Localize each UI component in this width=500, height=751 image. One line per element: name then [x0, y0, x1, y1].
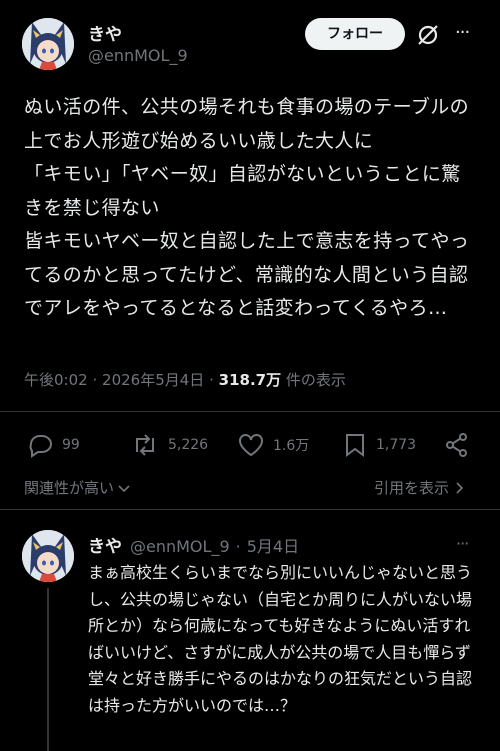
- grok-icon[interactable]: [415, 22, 441, 52]
- reply-separator: ·: [235, 537, 241, 556]
- heart-icon: [239, 434, 263, 457]
- divider: [0, 509, 500, 510]
- like-count: 1.6万: [273, 438, 310, 454]
- more-options-icon[interactable]: ···: [455, 22, 470, 43]
- author-avatar[interactable]: [22, 18, 74, 70]
- post-date[interactable]: 2026年5月4日: [102, 371, 204, 389]
- reply-author-name[interactable]: きや: [88, 532, 122, 557]
- views-label: 件の表示: [285, 371, 346, 389]
- bookmark-count: 1,773: [376, 437, 417, 453]
- view-quotes-link[interactable]: 引用を表示: [374, 477, 467, 498]
- author-handle[interactable]: @ennMOL_9: [88, 46, 188, 65]
- reply-more-options-icon[interactable]: ···: [456, 534, 469, 553]
- divider: [0, 411, 500, 412]
- author-name[interactable]: きや: [88, 20, 122, 45]
- thread-line: [47, 588, 49, 751]
- post-meta: 午後0:02 · 2026年5月4日 · 318.7万 件の表示: [24, 369, 346, 390]
- repost-count: 5,226: [168, 437, 209, 453]
- post-time[interactable]: 午後0:02: [24, 371, 88, 389]
- meta-separator: ·: [92, 371, 98, 389]
- reply-icon: [29, 435, 52, 458]
- share-button[interactable]: [444, 432, 470, 462]
- view-quotes-label: 引用を表示: [374, 479, 450, 497]
- reply-author-handle[interactable]: @ennMOL_9: [130, 537, 230, 556]
- reply-header: きや @ennMOL_9 · 5月4日: [88, 532, 299, 557]
- reply-button[interactable]: 99: [26, 432, 80, 458]
- reply-date[interactable]: 5月4日: [247, 533, 299, 557]
- sort-relevance-dropdown[interactable]: 関連性が高い: [24, 477, 132, 498]
- sort-relevance-label: 関連性が高い: [24, 479, 115, 497]
- follow-button[interactable]: フォロー: [305, 18, 405, 50]
- like-button[interactable]: 1.6万: [237, 432, 309, 458]
- chevron-down-icon: [118, 484, 130, 492]
- reply-body: まぁ高校生くらいまでなら別にいいんじゃないと思うし、公共の場じゃない（自宅とか周…: [88, 563, 473, 715]
- bookmark-button[interactable]: 1,773: [342, 432, 416, 458]
- reply-author-avatar[interactable]: [22, 530, 74, 582]
- views-count: 318.7万: [218, 371, 282, 389]
- share-icon: [446, 433, 467, 457]
- chevron-right-icon: [456, 481, 464, 494]
- post-body: ぬい活の件、公共の場それも食事の場のテーブルの上でお人形遊び始めるいい歳した大人…: [24, 96, 470, 319]
- repost-button[interactable]: 5,226: [130, 432, 208, 458]
- meta-separator: ·: [209, 371, 214, 389]
- reply-count: 99: [62, 437, 80, 453]
- bookmark-icon: [346, 434, 364, 457]
- repost-icon: [136, 434, 154, 456]
